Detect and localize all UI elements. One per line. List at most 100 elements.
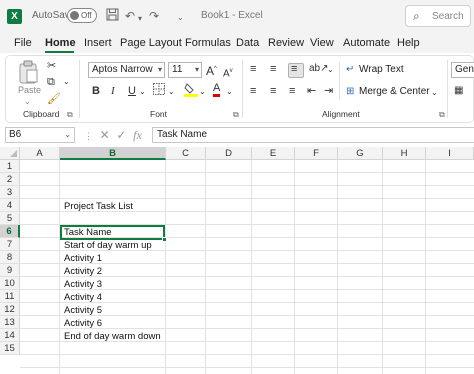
column-header-g[interactable]: G (338, 147, 383, 160)
column-header-a[interactable]: A (20, 147, 60, 160)
cut-icon[interactable]: ✂ (47, 59, 56, 73)
cell-reference: B6 (9, 129, 22, 140)
tab-insert[interactable]: Insert (84, 37, 112, 49)
decrease-indent-icon[interactable]: ⇤ (307, 84, 316, 98)
column-header-i[interactable]: I (426, 147, 474, 160)
cell-b10[interactable]: Activity 3 (64, 278, 102, 291)
paste-dropdown-icon[interactable]: ⌄ (24, 95, 31, 109)
chevron-down-icon[interactable]: ▾ (138, 11, 142, 27)
cell-b4[interactable]: Project Task List (64, 200, 133, 213)
save-icon[interactable] (106, 8, 119, 25)
tab-review[interactable]: Review (268, 37, 304, 49)
tab-home[interactable]: Home (45, 37, 76, 49)
cell-b9[interactable]: Activity 2 (64, 265, 102, 278)
name-box[interactable]: B6 ⌄ (5, 127, 75, 143)
orientation-icon[interactable]: ab↗ (309, 62, 329, 76)
insert-function-icon[interactable]: fx (133, 128, 142, 142)
underline-button[interactable]: U (128, 84, 136, 98)
tab-automate[interactable]: Automate (343, 37, 390, 49)
tab-view[interactable]: View (310, 37, 334, 49)
copy-dropdown-icon[interactable]: ⌄ (63, 75, 70, 89)
align-left-icon[interactable]: ≡ (250, 84, 256, 98)
tab-page-layout[interactable]: Page Layout (120, 37, 182, 49)
tab-formulas[interactable]: Formulas (185, 37, 231, 49)
column-header-d[interactable]: D (206, 147, 252, 160)
row-header-13[interactable]: 13 (0, 316, 20, 329)
column-header-h[interactable]: H (383, 147, 426, 160)
align-right-icon[interactable]: ≡ (289, 84, 295, 98)
cell-b14[interactable]: End of day warm down (64, 330, 161, 343)
row-header-1[interactable]: 1 (0, 160, 20, 173)
select-all-button[interactable] (0, 147, 20, 160)
increase-indent-icon[interactable]: ⇥ (324, 84, 333, 98)
worksheet-grid[interactable]: A B C D E F G H I 1 2 3 4 5 6 7 8 9 10 1… (0, 147, 474, 374)
copy-icon[interactable]: ⧉ (47, 75, 55, 89)
row-header-12[interactable]: 12 (0, 303, 20, 316)
row-header-15[interactable]: 15 (0, 342, 20, 355)
autosave-toggle[interactable]: Off (67, 8, 97, 23)
enter-icon[interactable]: ✓ (116, 128, 126, 142)
row-header-5[interactable]: 5 (0, 212, 20, 225)
align-bottom-icon[interactable]: ≡ (291, 62, 297, 76)
formula-input[interactable]: Task Name (152, 127, 474, 143)
fill-color-dropdown-icon[interactable]: ⌄ (199, 85, 206, 99)
currency-icon[interactable]: ▦ (454, 84, 463, 98)
alignment-launcher-icon[interactable]: ⧉ (439, 110, 445, 120)
font-size-dropdown[interactable]: 11 ▾ (168, 62, 202, 78)
fill-handle[interactable] (162, 237, 167, 242)
clipboard-launcher-icon[interactable]: ⧉ (67, 110, 73, 120)
more-options-icon: ⋮ (84, 131, 93, 141)
row-header-4[interactable]: 4 (0, 199, 20, 212)
cell-b7[interactable]: Start of day warm up (64, 239, 152, 252)
row-header-2[interactable]: 2 (0, 173, 20, 186)
search-placeholder: Search (432, 11, 464, 22)
undo-icon[interactable]: ↶ (125, 8, 135, 24)
format-painter-icon[interactable]: 🖌 (47, 92, 61, 106)
tab-file[interactable]: File (14, 37, 32, 49)
fill-color-icon[interactable] (184, 82, 198, 101)
row-header-11[interactable]: 11 (0, 290, 20, 303)
column-header-c[interactable]: C (166, 147, 206, 160)
merge-dropdown-icon[interactable]: ⌄ (431, 86, 438, 100)
row-header-3[interactable]: 3 (0, 186, 20, 199)
align-middle-icon[interactable]: ≡ (270, 62, 276, 76)
align-center-icon[interactable]: ≡ (270, 84, 276, 98)
orientation-dropdown-icon[interactable]: ⌄ (327, 63, 334, 77)
increase-font-size-icon[interactable]: A^ (206, 62, 217, 78)
column-header-e[interactable]: E (252, 147, 295, 160)
tab-help[interactable]: Help (397, 37, 420, 49)
number-format-dropdown[interactable]: Gener (451, 62, 474, 78)
underline-dropdown-icon[interactable]: ⌄ (139, 85, 146, 99)
borders-dropdown-icon[interactable]: ⌄ (168, 85, 175, 99)
row-header-9[interactable]: 9 (0, 264, 20, 277)
row-header-8[interactable]: 8 (0, 251, 20, 264)
align-top-icon[interactable]: ≡ (250, 62, 256, 76)
column-header-b[interactable]: B (60, 147, 166, 160)
decrease-font-size-icon[interactable]: Av (223, 64, 233, 81)
merge-center-button[interactable]: Merge & Center (359, 85, 430, 99)
row-header-7[interactable]: 7 (0, 238, 20, 251)
font-color-button[interactable]: A (213, 82, 221, 97)
bold-button[interactable]: B (92, 84, 100, 98)
italic-button[interactable]: I (111, 84, 115, 98)
cell-b8[interactable]: Activity 1 (64, 252, 102, 265)
cell-b13[interactable]: Activity 6 (64, 317, 102, 330)
font-launcher-icon[interactable]: ⧉ (233, 110, 239, 120)
cell-b12[interactable]: Activity 5 (64, 304, 102, 317)
row-header-6[interactable]: 6 (0, 225, 20, 238)
cancel-icon[interactable]: ✕ (100, 128, 110, 142)
wrap-text-button[interactable]: Wrap Text (359, 63, 404, 77)
search-box[interactable]: ⌕ Search (405, 5, 471, 27)
column-header-f[interactable]: F (295, 147, 338, 160)
font-color-dropdown-icon[interactable]: ⌄ (226, 85, 233, 99)
font-name-dropdown[interactable]: Aptos Narrow ▾ (88, 62, 165, 78)
active-cell-selection[interactable] (60, 225, 167, 242)
row-header-14[interactable]: 14 (0, 329, 20, 342)
borders-icon[interactable] (153, 83, 165, 99)
customize-toolbar-icon[interactable]: ⌄ (177, 10, 184, 26)
cell-b11[interactable]: Activity 4 (64, 291, 102, 304)
redo-icon[interactable]: ↷ (149, 8, 159, 24)
font-name-value: Aptos Narrow (92, 64, 153, 75)
tab-data[interactable]: Data (236, 37, 259, 49)
row-header-10[interactable]: 10 (0, 277, 20, 290)
